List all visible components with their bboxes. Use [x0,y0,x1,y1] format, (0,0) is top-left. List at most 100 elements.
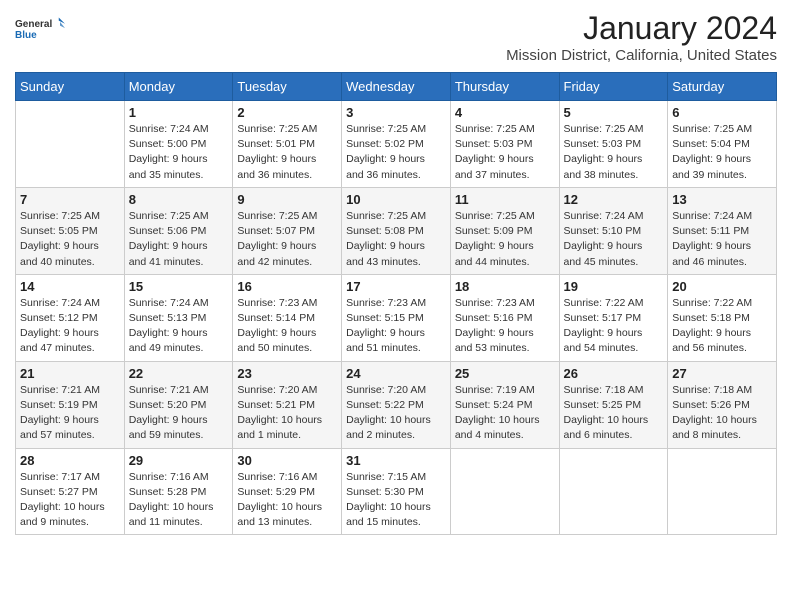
day-number: 4 [455,105,555,120]
day-number: 31 [346,453,446,468]
day-number: 3 [346,105,446,120]
day-info: Sunrise: 7:25 AMSunset: 5:04 PMDaylight:… [672,122,772,183]
header-wednesday: Wednesday [342,73,451,101]
day-info: Sunrise: 7:25 AMSunset: 5:05 PMDaylight:… [20,209,120,270]
day-info: Sunrise: 7:22 AMSunset: 5:18 PMDaylight:… [672,296,772,357]
logo-svg: General Blue [15,10,65,50]
calendar-cell: 13 Sunrise: 7:24 AMSunset: 5:11 PMDayligh… [668,187,777,274]
page-header: General Blue January 2024 Mission Distri… [15,10,777,64]
calendar-cell [668,448,777,535]
calendar-cell [450,448,559,535]
header-sunday: Sunday [16,73,125,101]
day-number: 7 [20,192,120,207]
svg-text:Blue: Blue [15,30,37,41]
day-number: 19 [564,279,664,294]
week-row-4: 21Sunrise: 7:21 AMSunset: 5:19 PMDayligh… [16,361,777,448]
day-number: 28 [20,453,120,468]
day-info: Sunrise: 7:25 AMSunset: 5:03 PMDaylight:… [455,122,555,183]
calendar-cell: 21Sunrise: 7:21 AMSunset: 5:19 PMDayligh… [16,361,125,448]
day-number: 29 [129,453,229,468]
day-number: 8 [129,192,229,207]
header-saturday: Saturday [668,73,777,101]
calendar-cell: 22 Sunrise: 7:21 AMSunset: 5:20 PMDayligh… [124,361,233,448]
calendar-cell: 18 Sunrise: 7:23 AMSunset: 5:16 PMDayligh… [450,274,559,361]
day-info: Sunrise: 7:24 AMSunset: 5:11 PMDaylight:… [672,209,772,270]
day-number: 12 [564,192,664,207]
header-monday: Monday [124,73,233,101]
calendar-cell: 20 Sunrise: 7:22 AMSunset: 5:18 PMDayligh… [668,274,777,361]
day-number: 6 [672,105,772,120]
day-number: 10 [346,192,446,207]
day-info: Sunrise: 7:23 AMSunset: 5:14 PMDaylight:… [237,296,337,357]
day-info: Sunrise: 7:22 AMSunset: 5:17 PMDaylight:… [564,296,664,357]
calendar-cell: 25Sunrise: 7:19 AMSunset: 5:24 PMDayligh… [450,361,559,448]
day-number: 20 [672,279,772,294]
calendar-cell: 7 Sunrise: 7:25 AMSunset: 5:05 PMDaylight… [16,187,125,274]
day-info: Sunrise: 7:24 AMSunset: 5:13 PMDaylight:… [129,296,229,357]
calendar-cell: 11Sunrise: 7:25 AMSunset: 5:09 PMDayligh… [450,187,559,274]
day-info: Sunrise: 7:17 AMSunset: 5:27 PMDaylight:… [20,470,120,531]
day-number: 24 [346,366,446,381]
day-info: Sunrise: 7:19 AMSunset: 5:24 PMDaylight:… [455,383,555,444]
day-number: 16 [237,279,337,294]
day-info: Sunrise: 7:25 AMSunset: 5:03 PMDaylight:… [564,122,664,183]
calendar-cell: 31Sunrise: 7:15 AMSunset: 5:30 PMDayligh… [342,448,451,535]
calendar-cell: 17Sunrise: 7:23 AMSunset: 5:15 PMDayligh… [342,274,451,361]
calendar-cell: 6 Sunrise: 7:25 AMSunset: 5:04 PMDaylight… [668,101,777,188]
day-number: 26 [564,366,664,381]
day-number: 22 [129,366,229,381]
calendar-cell [16,101,125,188]
calendar-cell: 28 Sunrise: 7:17 AMSunset: 5:27 PMDayligh… [16,448,125,535]
day-info: Sunrise: 7:25 AMSunset: 5:02 PMDaylight:… [346,122,446,183]
day-info: Sunrise: 7:25 AMSunset: 5:08 PMDaylight:… [346,209,446,270]
calendar-cell: 23Sunrise: 7:20 AMSunset: 5:21 PMDayligh… [233,361,342,448]
calendar-cell: 15 Sunrise: 7:24 AMSunset: 5:13 PMDayligh… [124,274,233,361]
calendar-cell: 30 Sunrise: 7:16 AMSunset: 5:29 PMDayligh… [233,448,342,535]
calendar-cell: 8 Sunrise: 7:25 AMSunset: 5:06 PMDaylight… [124,187,233,274]
calendar-cell: 16 Sunrise: 7:23 AMSunset: 5:14 PMDayligh… [233,274,342,361]
day-info: Sunrise: 7:23 AMSunset: 5:15 PMDaylight:… [346,296,446,357]
day-info: Sunrise: 7:23 AMSunset: 5:16 PMDaylight:… [455,296,555,357]
day-number: 18 [455,279,555,294]
day-info: Sunrise: 7:16 AMSunset: 5:29 PMDaylight:… [237,470,337,531]
week-row-2: 7 Sunrise: 7:25 AMSunset: 5:05 PMDaylight… [16,187,777,274]
day-number: 15 [129,279,229,294]
day-number: 9 [237,192,337,207]
day-info: Sunrise: 7:21 AMSunset: 5:20 PMDaylight:… [129,383,229,444]
calendar-cell: 24 Sunrise: 7:20 AMSunset: 5:22 PMDayligh… [342,361,451,448]
day-info: Sunrise: 7:25 AMSunset: 5:07 PMDaylight:… [237,209,337,270]
day-number: 13 [672,192,772,207]
day-info: Sunrise: 7:18 AMSunset: 5:26 PMDaylight:… [672,383,772,444]
calendar-table: SundayMondayTuesdayWednesdayThursdayFrid… [15,72,777,535]
header-tuesday: Tuesday [233,73,342,101]
calendar-cell: 14 Sunrise: 7:24 AMSunset: 5:12 PMDayligh… [16,274,125,361]
logo: General Blue [15,10,65,50]
day-number: 30 [237,453,337,468]
day-info: Sunrise: 7:25 AMSunset: 5:06 PMDaylight:… [129,209,229,270]
calendar-cell: 4 Sunrise: 7:25 AMSunset: 5:03 PMDaylight… [450,101,559,188]
calendar-cell: 9 Sunrise: 7:25 AMSunset: 5:07 PMDaylight… [233,187,342,274]
day-info: Sunrise: 7:20 AMSunset: 5:22 PMDaylight:… [346,383,446,444]
day-info: Sunrise: 7:24 AMSunset: 5:10 PMDaylight:… [564,209,664,270]
day-number: 27 [672,366,772,381]
day-info: Sunrise: 7:24 AMSunset: 5:00 PMDaylight:… [129,122,229,183]
calendar-cell: 27 Sunrise: 7:18 AMSunset: 5:26 PMDayligh… [668,361,777,448]
week-row-5: 28 Sunrise: 7:17 AMSunset: 5:27 PMDayligh… [16,448,777,535]
page-subtitle: Mission District, California, United Sta… [506,47,777,64]
day-info: Sunrise: 7:24 AMSunset: 5:12 PMDaylight:… [20,296,120,357]
calendar-cell: 10 Sunrise: 7:25 AMSunset: 5:08 PMDayligh… [342,187,451,274]
page-title: January 2024 [506,10,777,47]
day-info: Sunrise: 7:25 AMSunset: 5:09 PMDaylight:… [455,209,555,270]
svg-text:General: General [15,19,52,30]
day-info: Sunrise: 7:16 AMSunset: 5:28 PMDaylight:… [129,470,229,531]
day-number: 14 [20,279,120,294]
calendar-header-row: SundayMondayTuesdayWednesdayThursdayFrid… [16,73,777,101]
day-info: Sunrise: 7:18 AMSunset: 5:25 PMDaylight:… [564,383,664,444]
calendar-cell: 26 Sunrise: 7:18 AMSunset: 5:25 PMDayligh… [559,361,668,448]
day-info: Sunrise: 7:25 AMSunset: 5:01 PMDaylight:… [237,122,337,183]
week-row-1: 1Sunrise: 7:24 AMSunset: 5:00 PMDaylight… [16,101,777,188]
header-friday: Friday [559,73,668,101]
day-number: 23 [237,366,337,381]
week-row-3: 14 Sunrise: 7:24 AMSunset: 5:12 PMDayligh… [16,274,777,361]
calendar-cell: 1Sunrise: 7:24 AMSunset: 5:00 PMDaylight… [124,101,233,188]
